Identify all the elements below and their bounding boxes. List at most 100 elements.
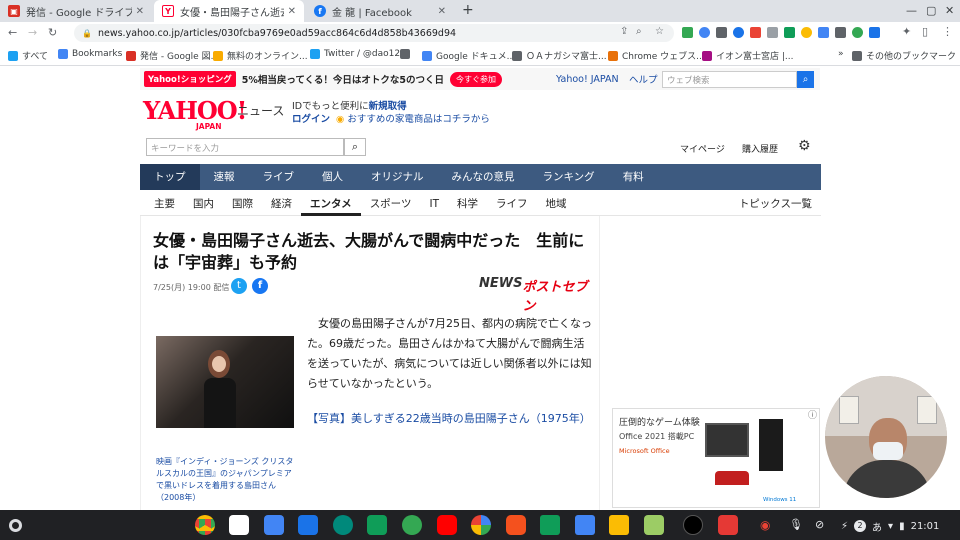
search-icon[interactable]: ⌕ xyxy=(344,138,366,156)
back-icon[interactable]: ← xyxy=(8,26,17,39)
new-tab-button[interactable]: + xyxy=(462,2,474,18)
files-icon[interactable] xyxy=(298,515,318,535)
tab-economy[interactable]: 経済 xyxy=(262,192,301,216)
bookmark-item[interactable] xyxy=(400,49,414,59)
record-icon[interactable]: ◉ xyxy=(760,518,770,532)
facebook-icon[interactable]: f xyxy=(252,278,268,294)
shopping-badge[interactable]: Yahoo!ショッピング xyxy=(144,71,236,87)
photo-caption[interactable]: 映画『インディ・ジョーンズ クリスタルスカルの王国』のジャパンプレミアで黒いドレ… xyxy=(156,456,296,504)
puzzle-icon[interactable]: ✦ xyxy=(902,25,911,38)
browser-tab-facebook[interactable]: f 金 龍 | Facebook ✕ xyxy=(306,0,454,22)
mypage-link[interactable]: マイページ xyxy=(680,142,725,155)
tab-main[interactable]: 主要 xyxy=(140,192,184,216)
extension-icon[interactable] xyxy=(784,27,795,38)
extension-icon[interactable] xyxy=(869,27,880,38)
bookmark-item[interactable]: 発信 - Google 図... xyxy=(126,49,219,62)
extension-icon[interactable] xyxy=(852,27,863,38)
extension-icon[interactable] xyxy=(767,27,778,38)
web-search-input[interactable]: ウェブ検索 xyxy=(662,71,797,88)
promo-text[interactable]: 5%相当戻ってくる！今日はオトクな5のつく日 xyxy=(242,72,444,86)
extension-icon[interactable] xyxy=(835,27,846,38)
slides-icon[interactable] xyxy=(609,515,629,535)
app-icon[interactable] xyxy=(683,515,703,535)
tab-international[interactable]: 国際 xyxy=(223,192,262,216)
nav-paid[interactable]: 有料 xyxy=(609,164,658,190)
bookmark-item[interactable]: イオン富士宮店 |... xyxy=(702,49,793,62)
bookmark-item[interactable]: Google ドキュメ... xyxy=(422,49,515,62)
other-bookmarks[interactable]: その他のブックマーク xyxy=(852,49,956,62)
meet-icon[interactable] xyxy=(367,515,387,535)
docs-icon[interactable] xyxy=(575,515,595,535)
chrome-icon[interactable] xyxy=(195,515,215,535)
source-logo[interactable]: NEWS ポストセブン xyxy=(479,276,599,314)
nav-live[interactable]: ライブ xyxy=(249,164,309,190)
login-link[interactable]: ログイン xyxy=(292,111,330,125)
keyword-input[interactable]: キーワードを入力 xyxy=(146,138,344,156)
zoom-icon[interactable]: ⌕ xyxy=(636,26,642,37)
maximize-icon[interactable]: ▢ xyxy=(926,4,936,17)
signup-link[interactable]: 新規取得 xyxy=(369,98,407,112)
extension-icon[interactable] xyxy=(818,27,829,38)
search-icon[interactable]: ⌕ xyxy=(797,71,814,88)
status-area[interactable]: ⚡ 2 あ ▾ ▮ 21:01 xyxy=(841,516,951,536)
twitter-icon[interactable]: t xyxy=(231,278,247,294)
tab-science[interactable]: 科学 xyxy=(448,192,487,216)
nav-breaking[interactable]: 速報 xyxy=(200,164,249,190)
tab-region[interactable]: 地域 xyxy=(537,192,576,216)
help-link[interactable]: ヘルプ xyxy=(629,72,658,86)
app-icon[interactable] xyxy=(644,515,664,535)
close-icon[interactable]: ✕ xyxy=(136,6,144,17)
menu-icon[interactable]: ⋮ xyxy=(942,25,953,38)
extension-icon[interactable] xyxy=(699,27,710,38)
close-icon[interactable]: ✕ xyxy=(288,6,296,17)
address-bar[interactable]: 🔒 news.yahoo.co.jp/articles/030fcba9769e… xyxy=(74,24,674,42)
microphone-icon[interactable]: 🎙 xyxy=(789,518,803,531)
promo-link[interactable]: ◉ おすすめの家電商品はコチラから xyxy=(336,111,490,125)
extension-icon[interactable] xyxy=(801,27,812,38)
messages-icon[interactable] xyxy=(333,515,353,535)
article-photo[interactable] xyxy=(156,336,294,428)
nav-opinions[interactable]: みんなの意見 xyxy=(438,164,529,190)
forward-icon[interactable]: → xyxy=(28,26,37,39)
bookmark-item[interactable]: Bookmarks xyxy=(58,49,122,59)
minimize-icon[interactable]: — xyxy=(906,4,917,17)
yahoo-logo[interactable]: YAHOO! xyxy=(143,96,247,125)
app-icon[interactable] xyxy=(506,515,526,535)
tab-it[interactable]: IT xyxy=(420,192,448,216)
ad-info-icon[interactable]: ⓘ xyxy=(808,408,817,421)
tab-life[interactable]: ライフ xyxy=(487,192,537,216)
calendar-icon[interactable] xyxy=(264,515,284,535)
close-icon[interactable]: ✕ xyxy=(438,6,446,17)
gmail-icon[interactable] xyxy=(229,515,249,535)
tab-sports[interactable]: スポーツ xyxy=(361,192,421,216)
bookmark-item[interactable]: Chrome ウェブス... xyxy=(608,49,705,62)
play-store-icon[interactable] xyxy=(402,515,422,535)
purchase-history-link[interactable]: 購入履歴 xyxy=(742,142,778,155)
bookmark-item[interactable]: すべて xyxy=(8,49,48,62)
extension-icon[interactable] xyxy=(682,27,693,38)
browser-tab-drive[interactable]: ▣ 発信 - Google ドライブ ✕ xyxy=(0,0,152,22)
share-icon[interactable]: ⇪ xyxy=(620,26,628,37)
nav-ranking[interactable]: ランキング xyxy=(529,164,609,190)
launcher-icon[interactable] xyxy=(9,519,22,532)
extension-icon[interactable] xyxy=(750,27,761,38)
tab-entertainment[interactable]: エンタメ xyxy=(301,192,361,216)
sidepanel-icon[interactable]: ▯ xyxy=(922,25,928,38)
bookmark-item[interactable]: Twitter / @dao123 xyxy=(310,49,406,59)
gear-icon[interactable]: ⚙ xyxy=(798,138,811,154)
join-button[interactable]: 今すぐ参加 xyxy=(450,71,503,87)
bookmark-item[interactable]: 無料のオンライン... xyxy=(213,49,308,62)
browser-tab-yahoo[interactable]: Y 女優・島田陽子さん逝去、大 ✕ xyxy=(154,0,304,22)
related-photo-link[interactable]: 【写真】美しすぎる22歳当時の島田陽子さん（1975年） xyxy=(307,410,591,426)
blocked-icon[interactable]: ⊘ xyxy=(815,518,824,531)
sheets-icon[interactable] xyxy=(540,515,560,535)
app-icon[interactable] xyxy=(718,515,738,535)
nav-individual[interactable]: 個人 xyxy=(308,164,357,190)
bookmark-item[interactable]: ＯＡナガシマ富士... xyxy=(512,49,607,62)
extension-icon[interactable] xyxy=(716,27,727,38)
reload-icon[interactable]: ↻ xyxy=(48,26,57,39)
chevron-right-icon[interactable]: » xyxy=(838,49,844,59)
youtube-icon[interactable] xyxy=(437,515,457,535)
ad-banner[interactable]: 圧倒的なゲーム体験 Office 2021 搭載PC Microsoft Off… xyxy=(612,408,820,508)
nav-top[interactable]: トップ xyxy=(140,164,200,190)
